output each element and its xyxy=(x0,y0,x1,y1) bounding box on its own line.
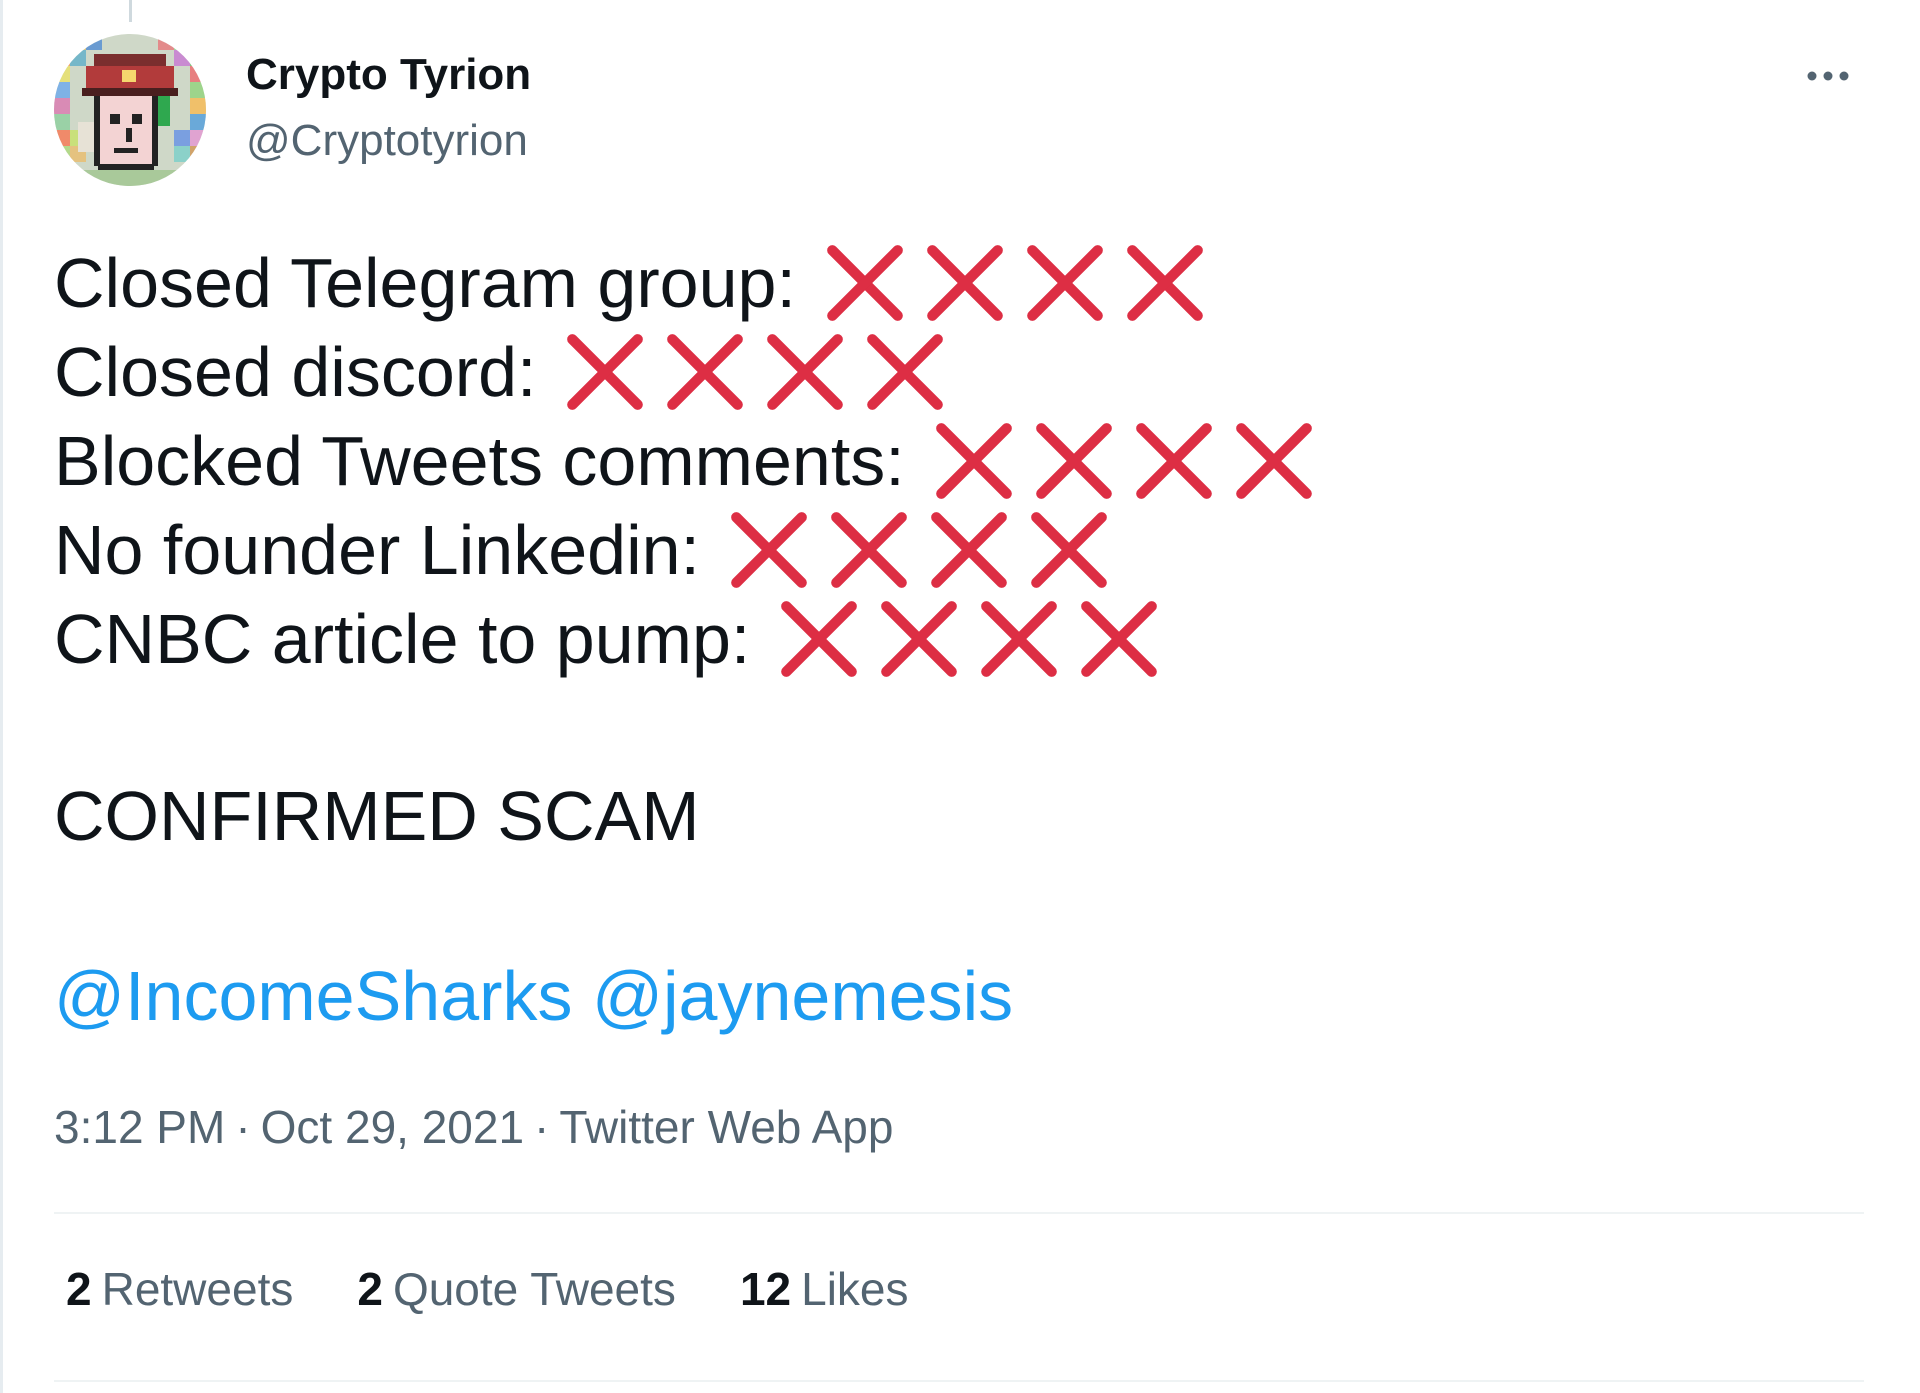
tweet-line: No founder Linkedin: xyxy=(54,505,1854,594)
red-cross-mark-icon xyxy=(981,600,1058,677)
quote-tweets-label: Quote Tweets xyxy=(392,1263,676,1315)
cross-marks xyxy=(776,596,1162,682)
tweet-conclusion: CONFIRMED SCAM xyxy=(54,777,700,855)
tweet-line-text: No founder Linkedin: xyxy=(54,510,700,589)
author-name[interactable]: Crypto Tyrion xyxy=(246,50,531,100)
red-cross-mark-icon xyxy=(927,244,1003,321)
divider xyxy=(54,1212,1864,1214)
quote-tweets-stat[interactable]: 2 Quote Tweets xyxy=(357,1262,676,1316)
red-cross-mark-icon xyxy=(1235,422,1312,499)
cross-marks xyxy=(822,240,1208,326)
red-cross-mark-icon xyxy=(935,422,1012,499)
mention-link-jaynemesis[interactable]: @jaynemesis xyxy=(592,957,1013,1035)
thread-connector-line xyxy=(129,0,132,22)
red-cross-mark-icon xyxy=(1081,600,1158,677)
more-options-button[interactable] xyxy=(1800,56,1856,96)
column-border xyxy=(0,0,3,1393)
mention-link-incomesharks[interactable]: @IncomeSharks xyxy=(54,957,572,1035)
tweet-line-text: CNBC article to pump: xyxy=(54,599,751,678)
divider xyxy=(54,1380,1864,1382)
red-cross-mark-icon xyxy=(867,333,944,410)
red-cross-mark-icon xyxy=(1127,244,1203,321)
more-horizontal-icon xyxy=(1807,71,1849,81)
pixel-punk-avatar-icon xyxy=(54,34,206,186)
meta-separator: · xyxy=(235,1101,251,1153)
red-cross-mark-icon xyxy=(731,511,807,588)
author-handle[interactable]: @Cryptotyrion xyxy=(246,116,528,166)
likes-label: Likes xyxy=(801,1263,909,1315)
tweet-mentions: @IncomeSharks @jaynemesis xyxy=(54,956,1013,1036)
likes-stat[interactable]: 12 Likes xyxy=(740,1262,909,1316)
red-cross-mark-icon xyxy=(931,511,1007,588)
tweet-line-text: Closed Telegram group: xyxy=(54,243,796,322)
likes-count: 12 xyxy=(739,1263,792,1315)
red-cross-mark-icon xyxy=(1027,244,1103,321)
retweets-label: Retweets xyxy=(101,1263,294,1315)
avatar[interactable] xyxy=(54,34,206,186)
red-cross-mark-icon xyxy=(881,600,958,677)
cross-marks xyxy=(931,418,1317,504)
tweet-source[interactable]: Twitter Web App xyxy=(559,1101,893,1153)
tweet-stats: 2 Retweets 2 Quote Tweets 12 Likes xyxy=(66,1262,909,1316)
tweet-line: Blocked Tweets comments: xyxy=(54,416,1854,505)
tweet-line: Closed Telegram group: xyxy=(54,238,1854,327)
red-cross-mark-icon xyxy=(567,333,644,410)
tweet-detail: Crypto Tyrion @Cryptotyrion Closed Teleg… xyxy=(0,0,1920,1393)
tweet-line: Closed discord: xyxy=(54,327,1854,416)
tweet-text: Closed Telegram group: Closed discord: Blo… xyxy=(54,238,1854,683)
tweet-line-text: Blocked Tweets comments: xyxy=(54,421,905,500)
quote-tweets-count: 2 xyxy=(357,1263,383,1315)
tweet-line: CNBC article to pump: xyxy=(54,594,1854,683)
red-cross-mark-icon xyxy=(827,244,903,321)
retweets-count: 2 xyxy=(66,1263,92,1315)
meta-separator: · xyxy=(534,1101,550,1153)
tweet-timestamp-row: 3:12 PM · Oct 29, 2021 · Twitter Web App xyxy=(54,1100,893,1154)
cross-marks xyxy=(726,507,1112,593)
red-cross-mark-icon xyxy=(1135,422,1212,499)
red-cross-mark-icon xyxy=(1035,422,1112,499)
tweet-time[interactable]: 3:12 PM xyxy=(54,1101,225,1153)
cross-marks xyxy=(562,329,948,415)
tweet-date[interactable]: Oct 29, 2021 xyxy=(261,1101,524,1153)
tweet-line-text: Closed discord: xyxy=(54,332,537,411)
red-cross-mark-icon xyxy=(781,600,858,677)
red-cross-mark-icon xyxy=(667,333,744,410)
red-cross-mark-icon xyxy=(767,333,844,410)
retweets-stat[interactable]: 2 Retweets xyxy=(66,1262,293,1316)
red-cross-mark-icon xyxy=(831,511,907,588)
red-cross-mark-icon xyxy=(1031,511,1107,588)
